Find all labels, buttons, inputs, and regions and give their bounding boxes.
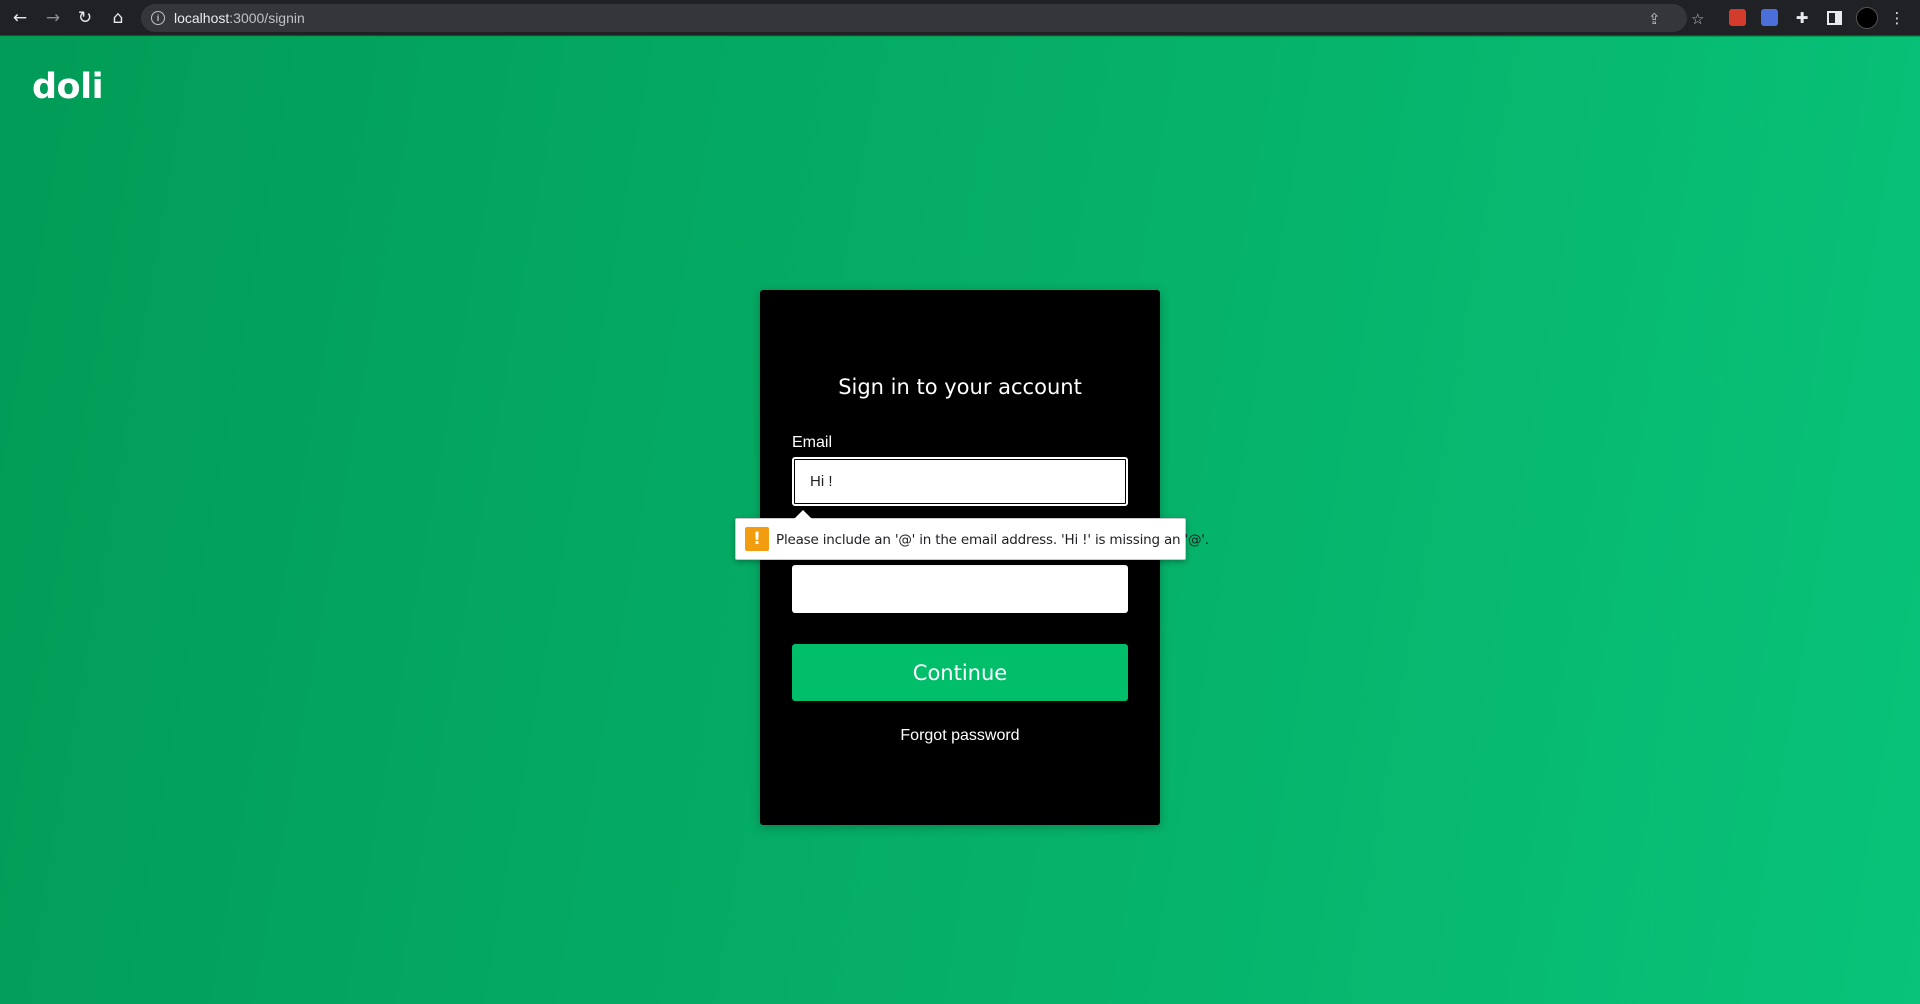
address-bar[interactable]: i localhost:3000/signin ⇪ ☆ — [141, 4, 1704, 32]
validation-tooltip: ! Please include an '@' in the email add… — [735, 510, 1209, 560]
url-path: :3000/signin — [229, 10, 305, 26]
extension-red-icon[interactable] — [1729, 9, 1746, 26]
url-text[interactable]: localhost:3000/signin — [174, 10, 305, 26]
continue-button[interactable]: Continue — [792, 644, 1128, 701]
email-label: Email — [792, 434, 833, 451]
reload-icon[interactable]: ↻ — [74, 7, 96, 29]
share-icon[interactable]: ⇪ — [1648, 10, 1661, 28]
forgot-password-link[interactable]: Forgot password — [760, 727, 1160, 745]
side-panel-icon[interactable] — [1827, 11, 1842, 25]
translate-extension-icon[interactable] — [1761, 9, 1778, 26]
browser-toolbar: ← → ↻ ⌂ i localhost:3000/signin ⇪ ☆ ✚ ⋮ — [0, 0, 1920, 36]
page-title: Sign in to your account — [838, 375, 1082, 399]
home-icon[interactable]: ⌂ — [107, 7, 129, 29]
star-icon[interactable]: ☆ — [1691, 10, 1704, 28]
validation-message: Please include an '@' in the email addre… — [776, 532, 1209, 548]
site-info-icon[interactable]: i — [151, 11, 165, 25]
password-field[interactable] — [792, 565, 1128, 613]
back-arrow-icon[interactable]: ← — [9, 7, 31, 29]
email-field[interactable] — [792, 457, 1128, 506]
url-host: localhost — [174, 10, 230, 26]
avatar[interactable] — [1856, 7, 1878, 29]
forward-arrow-icon[interactable]: → — [42, 7, 64, 29]
warning-icon: ! — [745, 527, 769, 551]
kebab-menu-icon[interactable]: ⋮ — [1886, 7, 1908, 29]
puzzle-icon[interactable]: ✚ — [1791, 7, 1813, 29]
logo[interactable]: doli — [32, 67, 104, 107]
